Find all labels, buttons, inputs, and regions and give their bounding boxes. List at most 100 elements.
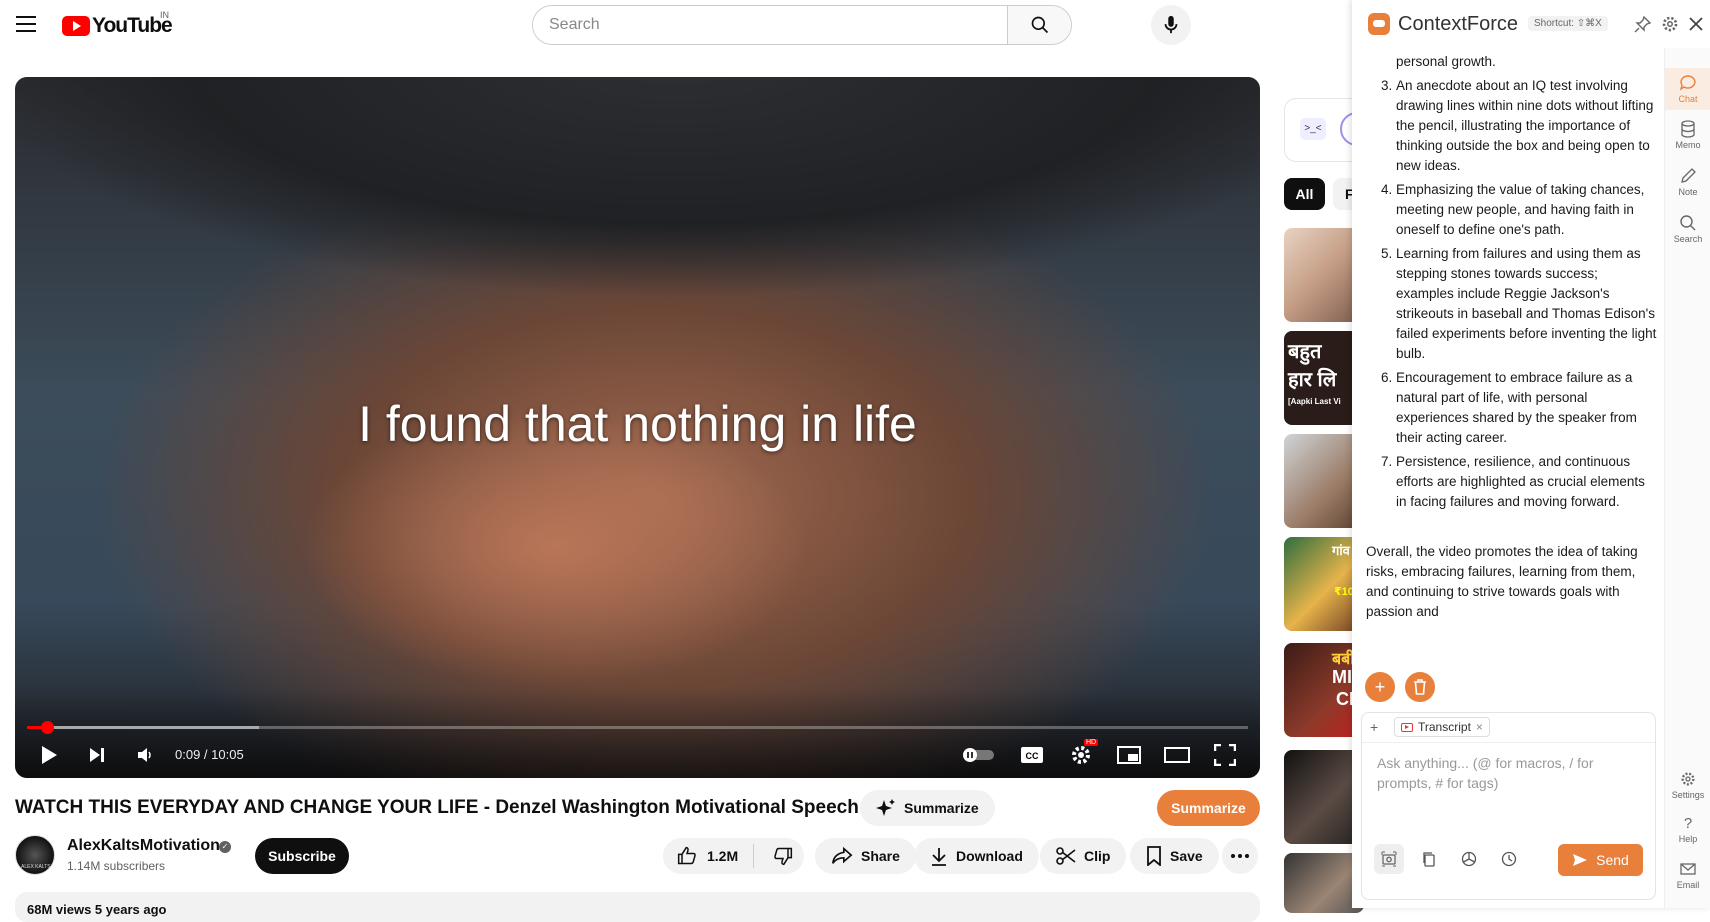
model-select-button[interactable]: [1454, 844, 1484, 874]
thumbnail-text: गांव: [1332, 543, 1350, 558]
thumbnail-text: हार लि: [1288, 369, 1337, 391]
bookmark-icon: [1147, 846, 1161, 866]
remove-tag-icon[interactable]: ×: [1476, 720, 1483, 734]
close-panel-button[interactable]: [1686, 14, 1706, 34]
chat-input[interactable]: [1362, 743, 1655, 833]
download-icon: [932, 848, 946, 866]
history-button[interactable]: [1494, 844, 1524, 874]
new-chat-button[interactable]: +: [1365, 672, 1395, 702]
rail-chat[interactable]: Chat: [1665, 68, 1710, 110]
contextforce-title: ContextForce: [1398, 13, 1519, 35]
share-button[interactable]: Share: [815, 838, 916, 874]
verified-badge-icon: ✓: [219, 841, 231, 853]
theater-icon: [1164, 747, 1190, 763]
voice-search-button[interactable]: [1151, 5, 1191, 45]
more-actions-button[interactable]: [1222, 838, 1258, 874]
video-player[interactable]: I found that nothing in life 0:09 / 10:0…: [15, 77, 1260, 778]
play-button[interactable]: [35, 741, 63, 769]
chip-all[interactable]: All: [1284, 178, 1325, 210]
subscribe-button[interactable]: Subscribe: [255, 838, 349, 874]
play-icon: [42, 746, 57, 764]
theater-mode-button[interactable]: [1162, 741, 1192, 769]
svg-text:CC: CC: [1026, 751, 1039, 761]
sparkle-icon: [876, 799, 895, 816]
rail-search-label: Search: [1673, 234, 1703, 244]
save-button[interactable]: Save: [1130, 838, 1219, 874]
youtube-logo[interactable]: YouTube IN: [62, 10, 173, 38]
gear-icon: [1681, 772, 1695, 786]
avatar-text: ALEX KALTS: [21, 864, 51, 870]
download-button[interactable]: Download: [914, 838, 1039, 874]
autoplay-toggle[interactable]: [961, 741, 997, 769]
closed-captions-icon: CC: [1021, 747, 1043, 763]
rail-help[interactable]: ? Help: [1665, 812, 1710, 845]
summarize-button[interactable]: Summarize: [860, 790, 995, 826]
like-dislike-group: 1.2M: [663, 838, 804, 874]
microphone-icon: [1164, 15, 1178, 34]
rail-help-label: Help: [1678, 834, 1698, 844]
send-button[interactable]: Send: [1558, 844, 1643, 876]
thumbs-down-icon: [774, 847, 793, 866]
progress-buffered: [27, 726, 259, 729]
context-tag-label: Transcript: [1418, 720, 1471, 734]
search-button[interactable]: [1007, 6, 1071, 44]
video-title: WATCH THIS EVERYDAY AND CHANGE YOUR LIFE…: [15, 797, 859, 818]
next-icon: [90, 748, 104, 762]
rail-memo[interactable]: Memo: [1665, 118, 1710, 150]
thumbnail-text: [Aapki Last Vi: [1288, 397, 1341, 406]
thumbnail-text: MI: [1332, 667, 1352, 687]
miniplayer-button[interactable]: [1114, 741, 1144, 769]
channel-avatar[interactable]: ALEX KALTS: [15, 835, 55, 875]
add-context-button[interactable]: +: [1370, 719, 1378, 735]
rail-search[interactable]: Search: [1665, 212, 1710, 244]
help-icon: ?: [1683, 814, 1693, 832]
screenshot-icon: [1381, 851, 1397, 867]
pin-button[interactable]: [1633, 14, 1653, 34]
search-bar: [532, 5, 1072, 45]
screenshot-button[interactable]: [1374, 844, 1404, 874]
copy-page-button[interactable]: [1414, 844, 1444, 874]
progress-bar[interactable]: [27, 721, 1248, 734]
next-button[interactable]: [83, 741, 111, 769]
close-icon: [1689, 17, 1703, 31]
subscriber-count: 1.14M subscribers: [67, 859, 166, 873]
clip-button[interactable]: Clip: [1040, 838, 1127, 874]
like-count: 1.2M: [707, 848, 739, 864]
download-label: Download: [956, 848, 1023, 864]
contextforce-summarize-button[interactable]: Summarize: [1157, 790, 1260, 826]
like-button[interactable]: 1.2M: [663, 844, 754, 868]
video-frame: [15, 77, 1260, 337]
dislike-button[interactable]: [762, 846, 804, 866]
progress-scrubber[interactable]: [40, 721, 54, 734]
hamburger-menu-icon[interactable]: [16, 16, 36, 32]
captions-button[interactable]: CC: [1018, 741, 1046, 769]
rail-note[interactable]: Note: [1665, 165, 1710, 197]
hd-badge: HD: [1084, 739, 1099, 746]
rail-chat-label: Chat: [1678, 94, 1698, 104]
share-icon: [832, 846, 853, 864]
volume-button[interactable]: [131, 741, 159, 769]
email-icon: [1680, 863, 1696, 875]
rail-email[interactable]: Email: [1665, 858, 1710, 890]
context-tag-transcript[interactable]: Transcript ×: [1394, 717, 1490, 737]
clear-chat-button[interactable]: [1405, 672, 1435, 702]
description-box[interactable]: 68M views 5 years ago: [15, 892, 1260, 922]
panel-settings-button[interactable]: [1660, 14, 1680, 34]
miniplayer-icon: [1117, 746, 1141, 764]
summary-conclusion: Overall, the video promotes the idea of …: [1366, 544, 1638, 619]
share-label: Share: [861, 848, 900, 864]
channel-name[interactable]: AlexKaltsMotivation: [67, 837, 220, 855]
search-input[interactable]: [533, 6, 1007, 44]
rail-settings[interactable]: Settings: [1665, 768, 1710, 800]
more-horizontal-icon: [1231, 854, 1249, 858]
settings-button[interactable]: HD: [1066, 739, 1099, 769]
summary-point: An anecdote about an IQ test involving d…: [1396, 76, 1658, 176]
context-row: + Transcript ×: [1362, 713, 1655, 743]
youtube-play-icon: [62, 16, 90, 36]
pencil-icon: [1681, 168, 1696, 183]
thumbnail-text: ₹10: [1334, 586, 1354, 598]
fullscreen-button[interactable]: [1210, 741, 1240, 769]
contextforce-rail: Chat Memo Note Search Settings ? Help Em…: [1664, 48, 1710, 908]
shortcut-badge: Shortcut: ⇧⌘X: [1528, 16, 1608, 31]
trash-icon: [1414, 679, 1426, 695]
